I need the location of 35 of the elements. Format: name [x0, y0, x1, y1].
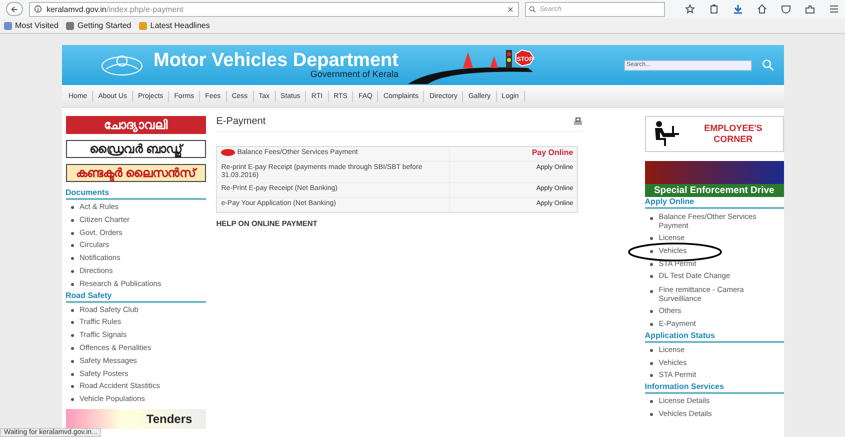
banner-text: CORNER [714, 134, 753, 145]
link-banner[interactable]: കണ്ടക്ടർ ലൈസൻസ് [66, 164, 206, 182]
site-title: Motor Vehicles Department [154, 51, 398, 70]
link-banner[interactable]: ഡ്രൈവർ ബാഡ്ജ് [66, 140, 206, 158]
section-heading: Documents [66, 188, 206, 200]
enforcement-banner[interactable]: Special Enforcement Drive [644, 161, 784, 197]
info-icon [34, 5, 42, 13]
page-heading: E-Payment [216, 116, 266, 127]
address-bar[interactable]: keralamvd.gov.in/index.php/e-payment [29, 2, 520, 16]
download-icon[interactable] [733, 4, 743, 14]
section-heading: Road Safety [66, 290, 206, 303]
site-subtitle: Government of Kerala [310, 70, 398, 79]
home-icon[interactable] [757, 4, 767, 14]
clipboard-icon[interactable] [709, 4, 719, 14]
search-icon [529, 6, 536, 12]
close-icon[interactable] [507, 6, 514, 12]
link-banner[interactable]: ചോദ്യാവലി [66, 116, 206, 134]
print-icon[interactable] [572, 116, 583, 126]
extension-icon[interactable] [805, 4, 815, 14]
section-heading: Application Status [644, 330, 784, 343]
employee-corner-banner[interactable]: EMPLOYEE'S CORNER [644, 116, 784, 152]
back-button[interactable] [6, 2, 24, 16]
emblem-icon [100, 53, 144, 77]
banner-text: EMPLOYEE'S [704, 123, 762, 134]
menu-icon[interactable] [829, 4, 839, 14]
star-icon[interactable] [685, 4, 695, 14]
pocket-icon[interactable] [781, 4, 791, 14]
section-heading: Information Services [644, 382, 784, 394]
bookmark-link[interactable]: Getting Started [66, 21, 132, 30]
back-arrow-icon [10, 4, 20, 14]
tenders-banner[interactable]: Tenders [66, 408, 206, 429]
bookmark-link[interactable]: Most Visited [4, 21, 58, 30]
apply-link[interactable]: Pay Online [532, 149, 574, 157]
section-heading: Apply Online [644, 197, 784, 209]
bookmark-link[interactable]: Latest Headlines [139, 21, 210, 30]
